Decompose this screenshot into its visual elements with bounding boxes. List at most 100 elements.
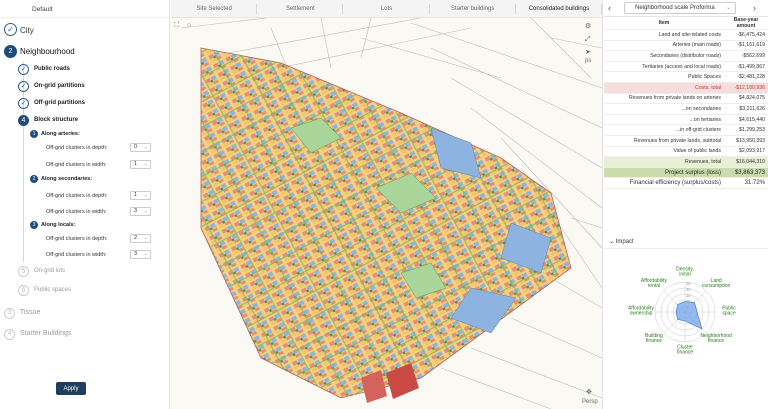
- group-secondaries-number: 2: [30, 175, 38, 183]
- field-label: Off-grid clusters in width:: [46, 162, 107, 168]
- right-panel: ‹ Neighborhood scale Proforma ⌄ › Item Ba…: [602, 0, 768, 409]
- substep-public-roads-label[interactable]: Public roads: [34, 66, 70, 72]
- row-value: $16,044,310: [724, 156, 768, 168]
- map-view[interactable]: Site Selected Settlement Lots Starter bu…: [171, 0, 602, 409]
- apply-button[interactable]: Apply: [56, 382, 86, 395]
- substep-public-roads-check-icon[interactable]: ✓: [18, 64, 29, 75]
- crumb-settlement[interactable]: Settlement: [257, 0, 344, 17]
- chevron-right-icon[interactable]: ›: [753, 3, 756, 13]
- step-neighbourhood-number[interactable]: 2: [4, 45, 17, 58]
- scenario-header: Default: [0, 0, 169, 18]
- row-value: $3,863,373: [724, 167, 768, 179]
- proforma-header: ‹ Neighborhood scale Proforma ⌄ ›: [603, 0, 768, 17]
- column-header-item: Item: [604, 17, 724, 30]
- column-header-value: Base-year amount: [724, 17, 768, 30]
- chevron-down-icon: ⌄: [143, 208, 148, 214]
- circle-select-icon[interactable]: ○: [187, 22, 191, 29]
- chevron-down-icon: ⌄: [725, 5, 731, 11]
- perspective-toggle[interactable]: Persp: [582, 399, 598, 405]
- radar-axis-label: Affordability ownership: [628, 306, 655, 317]
- compass-icon[interactable]: ➤: [585, 48, 591, 56]
- secondaries-width-select[interactable]: 3 ⌄: [130, 207, 151, 216]
- table-row: ...on tertiaries $4,615,440: [604, 114, 768, 126]
- step-starter-buildings-number[interactable]: 4: [4, 329, 15, 340]
- crumb-consolidated-buildings[interactable]: Consolidated buildings: [516, 0, 602, 17]
- row-item-label: Revenues from private lands, subtotal: [604, 135, 724, 147]
- row-item-label: Public Spaces: [604, 71, 724, 83]
- substep-on-grid-lots-number[interactable]: 5: [18, 266, 29, 277]
- row-item-label: ...in off-grid clusters: [604, 124, 724, 136]
- chevron-left-icon[interactable]: ‹: [608, 3, 611, 13]
- row-value: $13,950,393: [724, 135, 768, 147]
- row-item-label: Arteries (main roads): [604, 40, 724, 52]
- radar-axis-label: Building finance: [645, 333, 663, 344]
- neighbourhood-3d-map[interactable]: [171, 18, 602, 409]
- table-row: Project surplus (loss) $3,863,373: [604, 167, 768, 179]
- table-row: Tertiaries (access and local roads) -$1,4…: [604, 61, 768, 73]
- step-city-check-icon[interactable]: ✓: [4, 23, 17, 36]
- locals-width-select[interactable]: 3 ⌄: [130, 250, 151, 259]
- chevron-down-icon: ⌄: [143, 192, 148, 198]
- step-city-label[interactable]: City: [20, 26, 34, 35]
- row-value: $1,299,253: [724, 124, 768, 136]
- field-label: Off-grid clusters in depth:: [46, 236, 108, 242]
- substep-off-grid-partitions-check-icon[interactable]: ✓: [18, 98, 29, 109]
- gear-icon[interactable]: ⚙: [585, 22, 591, 30]
- step-neighbourhood-label[interactable]: Neighbourhood: [20, 47, 75, 56]
- substep-block-structure-number[interactable]: 4: [18, 115, 29, 126]
- fit-view-icon[interactable]: ⛶: [174, 22, 179, 30]
- crumb-lots[interactable]: Lots: [343, 0, 430, 17]
- table-row: Value of public lands $2,093,917: [604, 146, 768, 158]
- chevron-down-icon: ⌄: [143, 251, 148, 257]
- group-locals-label: Along locals:: [41, 222, 76, 228]
- arteries-depth-select[interactable]: 0 ⌄: [130, 143, 151, 152]
- radar-axis-label: Cluster finance: [677, 345, 693, 356]
- field-label: Off-grid clusters in width:: [46, 252, 107, 258]
- row-value: $4,824,075: [724, 93, 768, 105]
- substep-on-grid-partitions-check-icon[interactable]: ✓: [18, 81, 29, 92]
- field-label: Off-grid clusters in depth:: [46, 145, 108, 151]
- substep-on-grid-partitions-label[interactable]: On-grid partitions: [34, 83, 85, 89]
- table-row: ...on secondaries $3,211,626: [604, 103, 768, 115]
- radar-axis-label: Neighborhood finance: [700, 333, 732, 344]
- row-item-label: Costs, total: [604, 82, 724, 94]
- step-starter-buildings-label[interactable]: Starter Buildings: [20, 330, 71, 337]
- expand-icon[interactable]: ⤢: [585, 36, 591, 44]
- table-row: ...in off-grid clusters $1,299,253: [604, 124, 768, 136]
- row-value: -$562,699: [724, 50, 768, 62]
- table-row: Land and site-related costs -$6,475,424: [604, 29, 768, 41]
- crumb-site-selected[interactable]: Site Selected: [171, 0, 258, 17]
- ps-label: ps: [585, 58, 592, 64]
- row-item-label: Land and site-related costs: [604, 29, 724, 41]
- table-row: Secondaries (distributor roads) -$562,699: [604, 50, 768, 62]
- substep-public-spaces-label[interactable]: Public spaces: [34, 287, 71, 293]
- substep-on-grid-lots-label[interactable]: On-grid lots: [34, 268, 65, 274]
- locals-depth-select[interactable]: 2 ⌄: [130, 234, 151, 243]
- impact-radar-chart: 252015105Density,initialLandconsumptionP…: [628, 267, 736, 356]
- group-arteries-label: Along arteries:: [41, 131, 80, 137]
- row-item-label: Value of public lands: [604, 146, 724, 158]
- step-tissue-number[interactable]: 3: [4, 308, 15, 319]
- impact-section-header[interactable]: ⌄ Impact: [603, 236, 768, 249]
- arteries-width-select[interactable]: 1 ⌄: [130, 160, 151, 169]
- secondaries-depth-select[interactable]: 1 ⌄: [130, 191, 151, 200]
- substep-off-grid-partitions-label[interactable]: Off-grid partitions: [34, 100, 85, 106]
- substep-public-spaces-number[interactable]: 6: [18, 285, 29, 296]
- step-tissue-label[interactable]: Tissue: [20, 309, 40, 316]
- substep-block-structure-label[interactable]: Block structure: [34, 117, 78, 123]
- row-item-label: ...on tertiaries: [604, 114, 724, 126]
- crumb-starter-buildings[interactable]: Starter buildings: [430, 0, 517, 17]
- row-item-label: Revenues from private lands on arteries: [604, 93, 724, 105]
- move-icon[interactable]: ✥: [586, 388, 592, 396]
- scenario-label: Default: [32, 6, 53, 13]
- row-value: $4,615,440: [724, 114, 768, 126]
- row-item-label: Revenues, total: [604, 156, 724, 168]
- row-value: 31.72%: [724, 177, 768, 189]
- proforma-select[interactable]: Neighborhood scale Proforma ⌄: [624, 2, 736, 14]
- radar-axis-label: Affordability rental: [641, 278, 668, 289]
- radar-axis-label: Public space: [722, 306, 736, 317]
- breadcrumb: Site Selected Settlement Lots Starter bu…: [171, 0, 602, 18]
- row-value: -$1,161,619: [724, 40, 768, 52]
- proforma-table: Item Base-year amount Land and site-rela…: [604, 17, 768, 189]
- radar-axis-label: Density, initial: [676, 267, 694, 278]
